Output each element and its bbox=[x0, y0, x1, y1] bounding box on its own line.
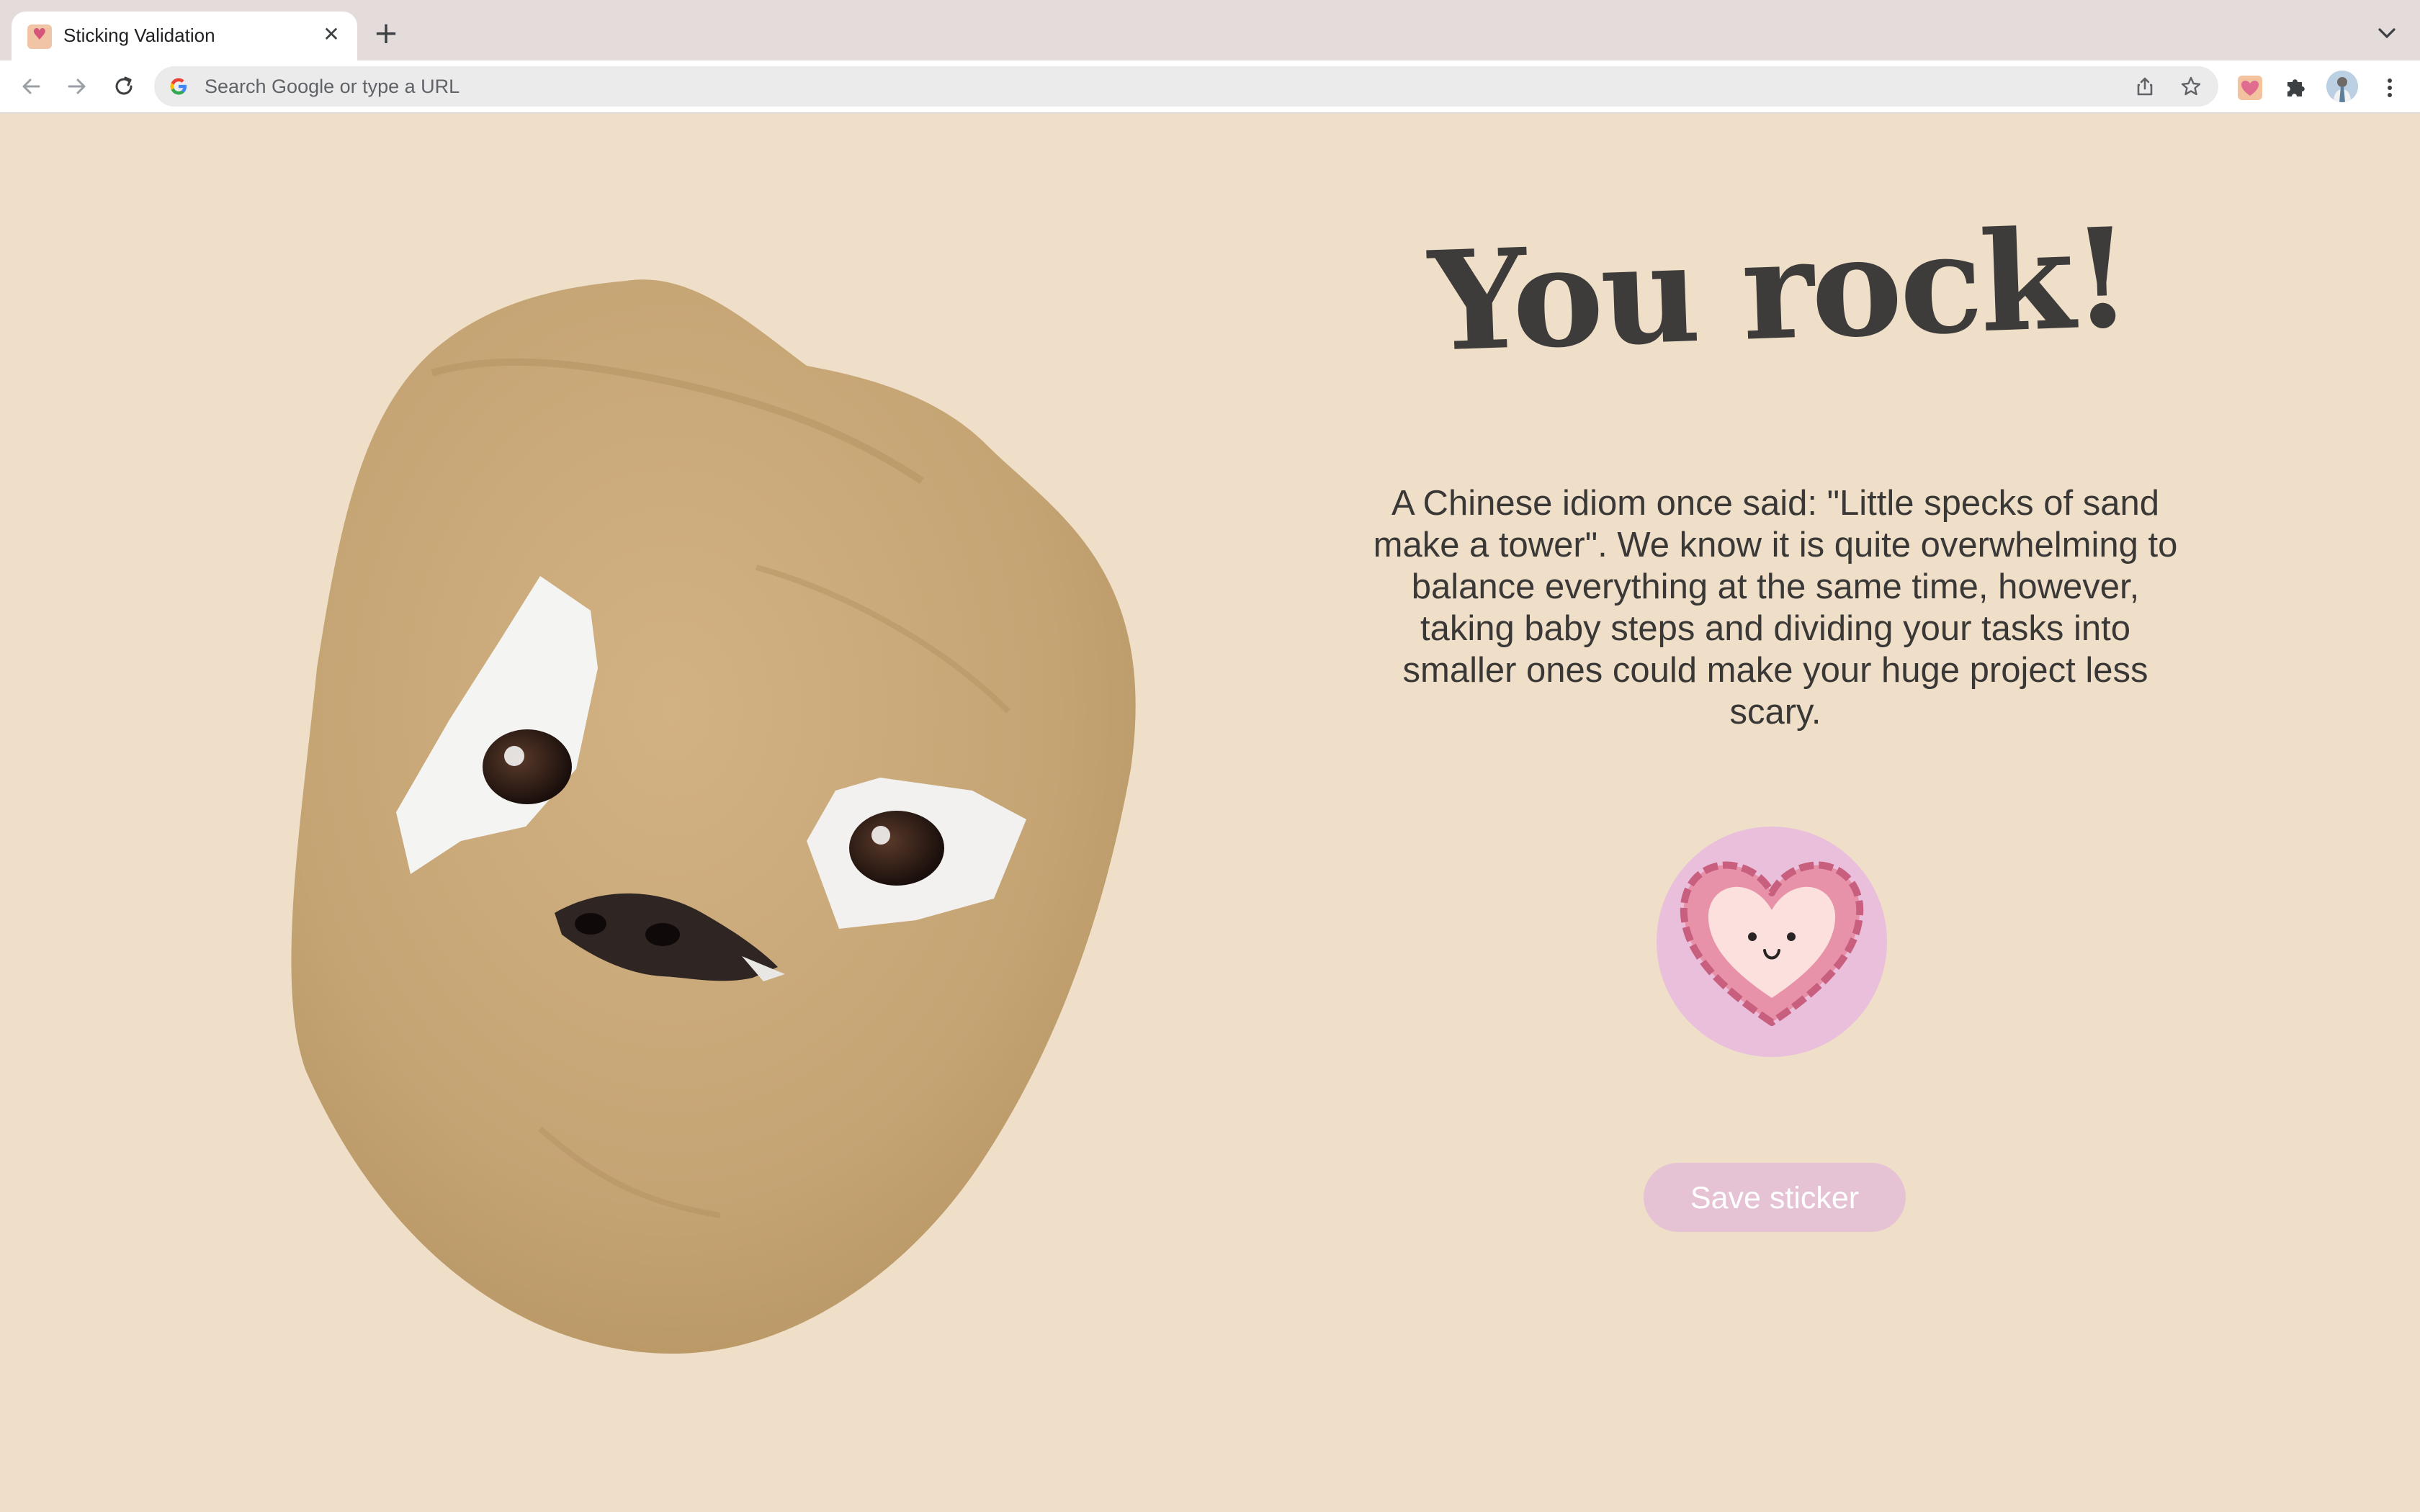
back-arrow-icon[interactable] bbox=[16, 71, 48, 102]
star-icon[interactable] bbox=[2179, 75, 2202, 98]
save-sticker-button[interactable]: Save sticker bbox=[1644, 1163, 1906, 1232]
page-headline: You rock! bbox=[1426, 197, 2132, 382]
search-input[interactable]: Search Google or type a URL bbox=[205, 76, 460, 98]
sticker-preview bbox=[1657, 827, 1887, 1057]
avatar[interactable] bbox=[2326, 71, 2358, 102]
address-bar[interactable]: Search Google or type a URL bbox=[154, 66, 2218, 107]
google-g-icon bbox=[170, 78, 187, 95]
browser-toolbar: Search Google or type a URL bbox=[0, 60, 2420, 114]
share-icon[interactable] bbox=[2133, 75, 2156, 98]
tab-strip: Sticking Validation ✕ + bbox=[0, 0, 2420, 60]
new-tab-button[interactable]: + bbox=[372, 18, 400, 48]
page-content: You rock! A Chinese idiom once said: "Li… bbox=[0, 114, 2420, 1512]
kebab-menu-icon[interactable] bbox=[2375, 73, 2404, 102]
tab-title: Sticking Validation bbox=[63, 24, 215, 46]
chevron-down-icon[interactable] bbox=[2372, 19, 2401, 48]
paper-bag-dog-face-image bbox=[291, 279, 1136, 1354]
forward-arrow-icon[interactable] bbox=[60, 71, 92, 102]
heart-favicon-icon bbox=[27, 24, 52, 49]
reload-icon[interactable] bbox=[108, 71, 140, 102]
browser-tab[interactable]: Sticking Validation ✕ bbox=[12, 12, 357, 60]
close-tab-icon[interactable]: ✕ bbox=[318, 22, 344, 48]
heart-sticker-extension-icon[interactable] bbox=[2236, 73, 2264, 102]
idiom-message: A Chinese idiom once said: "Little speck… bbox=[1373, 484, 2178, 732]
puzzle-icon[interactable] bbox=[2282, 73, 2311, 102]
smiling-heart-sticker-icon bbox=[1680, 861, 1864, 1026]
